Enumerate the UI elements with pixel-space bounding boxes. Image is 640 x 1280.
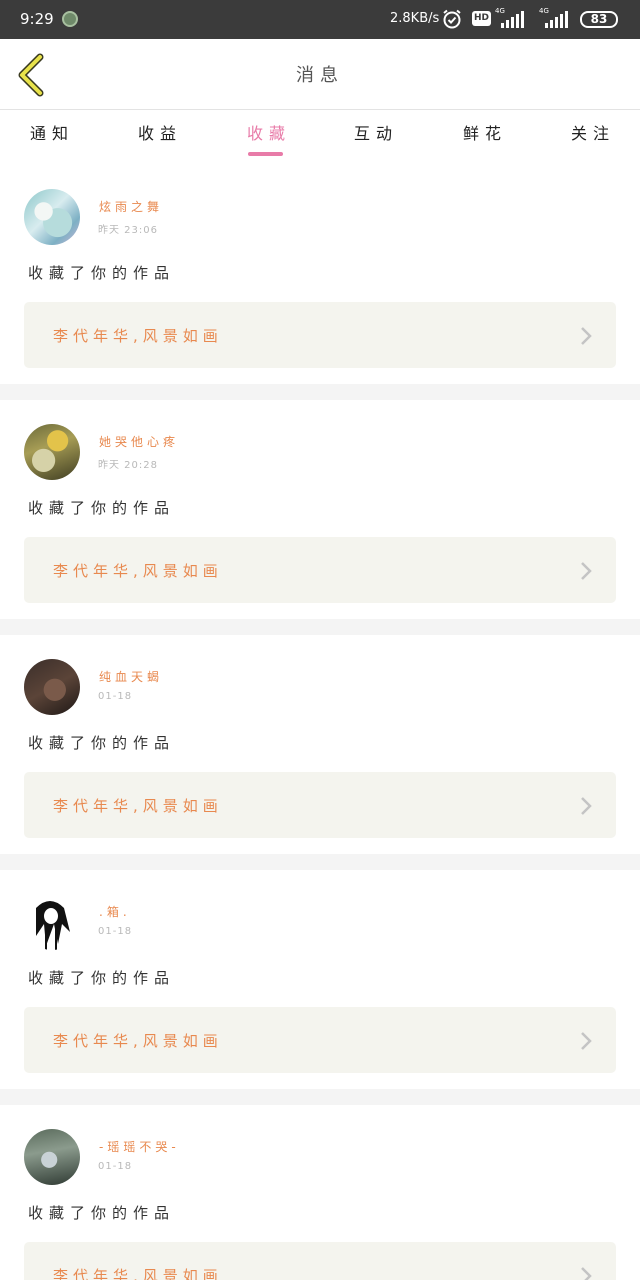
- action-text: 收藏了你的作品: [28, 1204, 176, 1222]
- header: 消息: [0, 39, 640, 110]
- username[interactable]: 炫雨之舞: [99, 198, 163, 215]
- avatar[interactable]: [24, 424, 80, 480]
- message-card: .箱. 01-18 收藏了你的作品 李代年华,风景如画: [0, 871, 640, 1090]
- message-card: -瑶瑶不哭- 01-18 收藏了你的作品 李代年华,风景如画: [0, 1106, 640, 1280]
- chevron-right-icon: [581, 1032, 592, 1050]
- battery-indicator: 83: [580, 11, 618, 28]
- action-text: 收藏了你的作品: [28, 264, 176, 282]
- work-title: 李代年华,风景如画: [53, 1032, 223, 1050]
- tab-bar: 通知 收益 收藏 互动 鲜花 关注: [0, 110, 640, 166]
- list-divider: [0, 384, 640, 400]
- active-tab-indicator: [248, 152, 283, 156]
- action-text: 收藏了你的作品: [28, 969, 176, 987]
- avatar[interactable]: [24, 1129, 80, 1185]
- avatar[interactable]: [24, 189, 80, 245]
- list-divider: [0, 1089, 640, 1105]
- network-speed: 2.8KB/s: [390, 11, 440, 26]
- work-link[interactable]: 李代年华,风景如画: [24, 302, 616, 368]
- avatar[interactable]: [24, 659, 80, 715]
- status-bar: 9:29 2.8KB/s HD 4G 4G 83: [0, 0, 640, 39]
- work-title: 李代年华,风景如画: [53, 327, 223, 345]
- username[interactable]: .箱.: [99, 903, 131, 920]
- signal-icon: 4G: [493, 7, 527, 30]
- work-title: 李代年华,风景如画: [53, 797, 223, 815]
- chevron-right-icon: [581, 562, 592, 580]
- chevron-right-icon: [581, 797, 592, 815]
- timestamp: 昨天 23:06: [98, 225, 158, 236]
- action-text: 收藏了你的作品: [28, 734, 176, 752]
- tab-following[interactable]: 关注: [571, 120, 615, 144]
- avatar[interactable]: [24, 894, 80, 950]
- chevron-right-icon: [581, 327, 592, 345]
- app-notification-icon: [62, 11, 78, 27]
- tab-notifications[interactable]: 通知: [30, 120, 74, 144]
- page-title: 消息: [296, 65, 344, 86]
- username[interactable]: -瑶瑶不哭-: [99, 1138, 180, 1155]
- chevron-right-icon: [581, 1267, 592, 1280]
- tab-favorites[interactable]: 收藏: [247, 120, 291, 144]
- timestamp: 01-18: [98, 1161, 133, 1172]
- tab-interactions[interactable]: 互动: [354, 120, 398, 144]
- username[interactable]: 纯血天蝎: [99, 668, 163, 685]
- work-link[interactable]: 李代年华,风景如画: [24, 772, 616, 838]
- list-divider: [0, 854, 640, 870]
- timestamp: 昨天 20:28: [98, 460, 158, 471]
- avatar-sketch: [36, 901, 70, 950]
- username[interactable]: 她哭他心疼: [99, 433, 179, 450]
- work-title: 李代年华,风景如画: [53, 562, 223, 580]
- message-card: 纯血天蝎 01-18 收藏了你的作品 李代年华,风景如画: [0, 636, 640, 855]
- hd-badge: HD: [472, 11, 492, 26]
- work-link[interactable]: 李代年华,风景如画: [24, 1242, 616, 1280]
- message-card: 她哭他心疼 昨天 20:28 收藏了你的作品 李代年华,风景如画: [0, 401, 640, 620]
- signal-icon: 4G: [537, 7, 571, 30]
- work-title: 李代年华,风景如画: [53, 1267, 223, 1280]
- message-card: 炫雨之舞 昨天 23:06 收藏了你的作品 李代年华,风景如画: [0, 166, 640, 385]
- action-text: 收藏了你的作品: [28, 499, 176, 517]
- tab-earnings[interactable]: 收益: [138, 120, 182, 144]
- work-link[interactable]: 李代年华,风景如画: [24, 537, 616, 603]
- tab-flowers[interactable]: 鲜花: [463, 120, 507, 144]
- timestamp: 01-18: [98, 691, 133, 702]
- work-link[interactable]: 李代年华,风景如画: [24, 1007, 616, 1073]
- timestamp: 01-18: [98, 926, 133, 937]
- list-divider: [0, 619, 640, 635]
- status-time: 9:29: [20, 10, 54, 28]
- alarm-icon: [443, 9, 461, 29]
